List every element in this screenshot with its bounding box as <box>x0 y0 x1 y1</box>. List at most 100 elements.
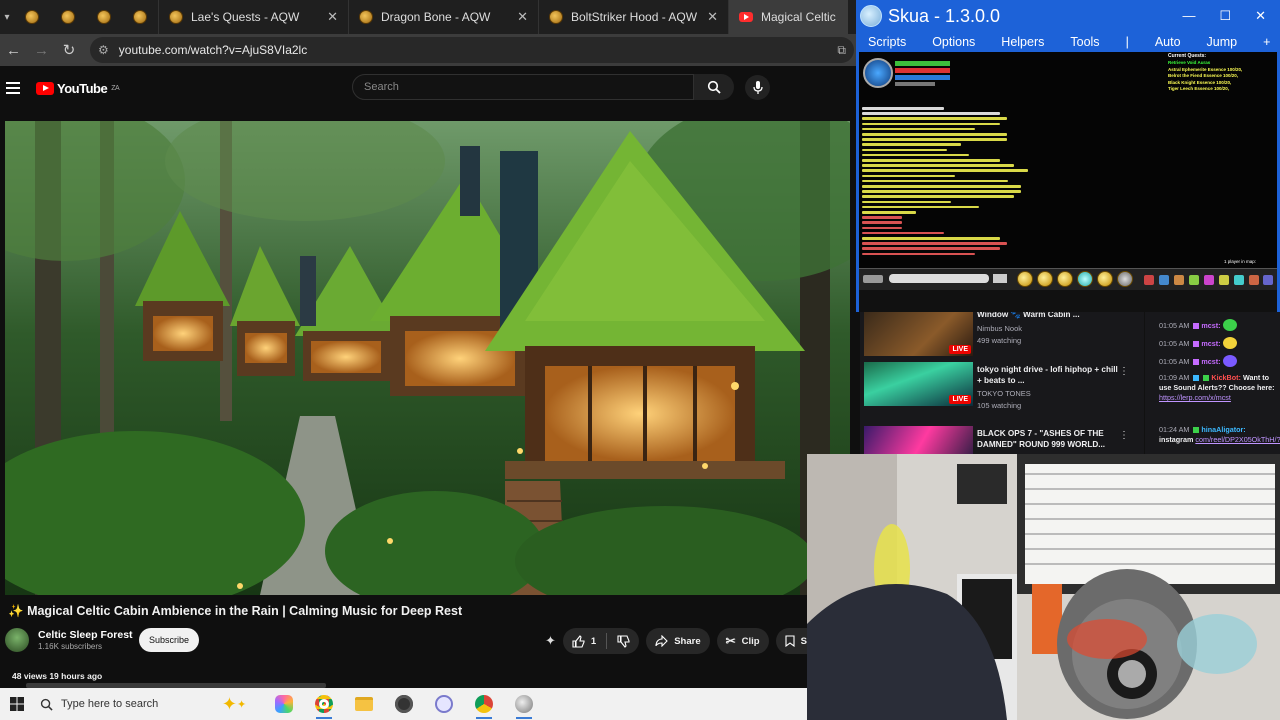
chrome-taskbar-icon[interactable] <box>304 688 344 720</box>
thumbs-up-icon[interactable] <box>572 634 585 648</box>
more-options-icon[interactable]: ⋮ <box>1119 366 1129 377</box>
tab-close-icon[interactable]: ✕ <box>707 9 718 25</box>
pinned-tab-3[interactable] <box>86 0 122 34</box>
toolbar-icon-6[interactable] <box>1219 275 1229 285</box>
stream-thumbnail: LIVE <box>864 362 973 406</box>
quest-line: Astral Ephemerite Essence 100/20, <box>1168 66 1243 72</box>
skill-3-icon[interactable] <box>1057 271 1073 287</box>
thumbs-down-icon[interactable] <box>617 634 630 648</box>
badge-icon <box>1193 375 1200 381</box>
menu-helpers[interactable]: Helpers <box>1001 35 1044 49</box>
tab-boltstriker-hood[interactable]: BoltStriker Hood - AQW ✕ <box>538 0 728 34</box>
stream-title: BLACK OPS 7 - "ASHES OF THE DAMNED" ROUN… <box>977 429 1106 449</box>
tab-close-icon[interactable]: ✕ <box>327 9 338 25</box>
youtube-logo[interactable]: YouTube ZA <box>36 80 120 96</box>
skua-window: Skua - 1.3.0.0 — ☐ ✕ Scripts Options Hel… <box>856 0 1280 312</box>
pinned-tab-4[interactable] <box>122 0 158 34</box>
maximize-icon[interactable]: ☐ <box>1219 8 1231 24</box>
skill-2-icon[interactable] <box>1037 271 1053 287</box>
like-dislike-button[interactable]: 1 <box>562 628 640 654</box>
chat-log-line <box>862 226 902 230</box>
menu-hamburger-icon[interactable] <box>6 82 20 94</box>
cast-icon[interactable]: ⧉ <box>837 43 846 58</box>
menu-options[interactable]: Options <box>932 35 975 49</box>
menu-add[interactable]: + <box>1263 35 1270 49</box>
chrome-profile-icon[interactable] <box>464 688 504 720</box>
skill-5-icon[interactable] <box>1097 271 1113 287</box>
search-button[interactable] <box>694 74 734 100</box>
minimize-icon[interactable]: — <box>1182 8 1195 24</box>
send-button[interactable] <box>993 274 1007 283</box>
recommended-stream-3[interactable]: BLACK OPS 7 - "ASHES OF THE DAMNED" ROUN… <box>864 426 1144 454</box>
toolbar-icon-7[interactable] <box>1234 275 1244 285</box>
menu-tools[interactable]: Tools <box>1070 35 1099 49</box>
youtube-logo-text: YouTube <box>57 80 108 96</box>
potion-icon[interactable] <box>1117 271 1133 287</box>
recommended-stream-1[interactable]: LIVE Window 🐾 Warm Cabin ... Nimbus Nook… <box>864 312 1144 358</box>
toolbar-icon-3[interactable] <box>1174 275 1184 285</box>
toolbar-icon-1[interactable] <box>1144 275 1154 285</box>
pinned-tab-1[interactable] <box>14 0 50 34</box>
chat-link[interactable]: com/reel/DP2X05OkThH/? <box>1195 435 1280 444</box>
menu-jump[interactable]: Jump <box>1207 35 1238 49</box>
voice-search-button[interactable] <box>745 75 770 100</box>
video-actions: ✦ 1 Share ✂ Clip Sav <box>545 626 827 656</box>
clip-button[interactable]: ✂ Clip <box>716 628 769 654</box>
more-options-icon[interactable]: ⋮ <box>1119 430 1129 441</box>
snipping-tool-icon[interactable] <box>424 688 464 720</box>
channel-avatar[interactable] <box>5 628 29 652</box>
windows-start-button[interactable] <box>0 697 34 711</box>
game-hotbar <box>859 268 1277 290</box>
badge-icon <box>1193 359 1200 365</box>
toolbar-icon-8[interactable] <box>1249 275 1259 285</box>
toolbar-icon-5[interactable] <box>1204 275 1214 285</box>
site-info-icon[interactable]: ⚙ <box>98 43 109 57</box>
copilot-sparkle-icon[interactable]: ✦ ✦ <box>204 688 264 720</box>
recommended-stream-2[interactable]: LIVE tokyo night drive - lofi hiphop + c… <box>864 362 1144 410</box>
forward-arrow-icon[interactable]: → <box>34 42 49 59</box>
toolbar-icon-4[interactable] <box>1189 275 1199 285</box>
chat-mode-button[interactable] <box>863 275 883 283</box>
chat-input[interactable] <box>889 274 989 283</box>
tab-close-icon[interactable]: ✕ <box>517 9 528 25</box>
chat-time: 01:05 AM <box>1159 357 1190 366</box>
chat-user[interactable]: mcst: <box>1201 357 1220 366</box>
menu-scripts[interactable]: Scripts <box>868 35 906 49</box>
url-field[interactable]: ⚙ youtube.com/watch?v=AjuS8VIa2lc ⧉ <box>90 37 854 63</box>
chat-log-line <box>862 107 944 110</box>
channel-name[interactable]: Celtic Sleep Forest <box>38 629 133 641</box>
search-input[interactable]: Search <box>352 74 694 100</box>
chat-link[interactable]: https://lerp.com/x/mcst <box>1159 393 1231 402</box>
toolbar-icon-9[interactable] <box>1263 275 1273 285</box>
tab-title: Lae's Quests - AQW <box>191 10 300 24</box>
pinned-tab-2[interactable] <box>50 0 86 34</box>
chat-user[interactable]: mcst: <box>1201 321 1220 330</box>
file-explorer-icon[interactable] <box>344 688 384 720</box>
menu-auto[interactable]: Auto <box>1155 35 1181 49</box>
skill-1-icon[interactable] <box>1017 271 1033 287</box>
chat-user[interactable]: KickBot: <box>1211 373 1241 382</box>
quest-tracker-title: Current Quests: <box>1168 53 1207 59</box>
chat-user[interactable]: mcst: <box>1201 339 1220 348</box>
copilot-app-icon[interactable] <box>264 688 304 720</box>
subscribe-button[interactable]: Subscribe <box>139 628 200 652</box>
skua-titlebar: Skua - 1.3.0.0 — ☐ ✕ <box>856 0 1280 32</box>
taskbar-search-box[interactable]: Type here to search <box>34 698 204 711</box>
toolbar-icon-2[interactable] <box>1159 275 1169 285</box>
share-button[interactable]: Share <box>646 628 710 654</box>
skua-taskbar-icon[interactable] <box>504 688 544 720</box>
obs-icon[interactable] <box>384 688 424 720</box>
game-viewport[interactable]: Current Quests: Retrieve Void Auras Astra… <box>859 52 1277 290</box>
tab-laes-quests[interactable]: Lae's Quests - AQW ✕ <box>158 0 348 34</box>
chat-user[interactable]: hinaAligator: <box>1201 425 1245 434</box>
back-arrow-icon[interactable]: ← <box>6 42 21 59</box>
tab-search-chevron-icon[interactable]: ▾ <box>0 0 14 34</box>
chat-message: 01:05 AM mcst: <box>1159 319 1280 331</box>
close-icon[interactable]: ✕ <box>1255 8 1266 24</box>
skill-4-icon[interactable] <box>1077 271 1093 287</box>
tab-dragon-bone[interactable]: Dragon Bone - AQW ✕ <box>348 0 538 34</box>
reload-icon[interactable]: ↻ <box>62 41 76 59</box>
hype-icon[interactable]: ✦ <box>545 633 556 649</box>
tab-magical-celtic[interactable]: Magical Celtic Ca <box>728 0 848 34</box>
video-player[interactable] <box>5 121 850 595</box>
